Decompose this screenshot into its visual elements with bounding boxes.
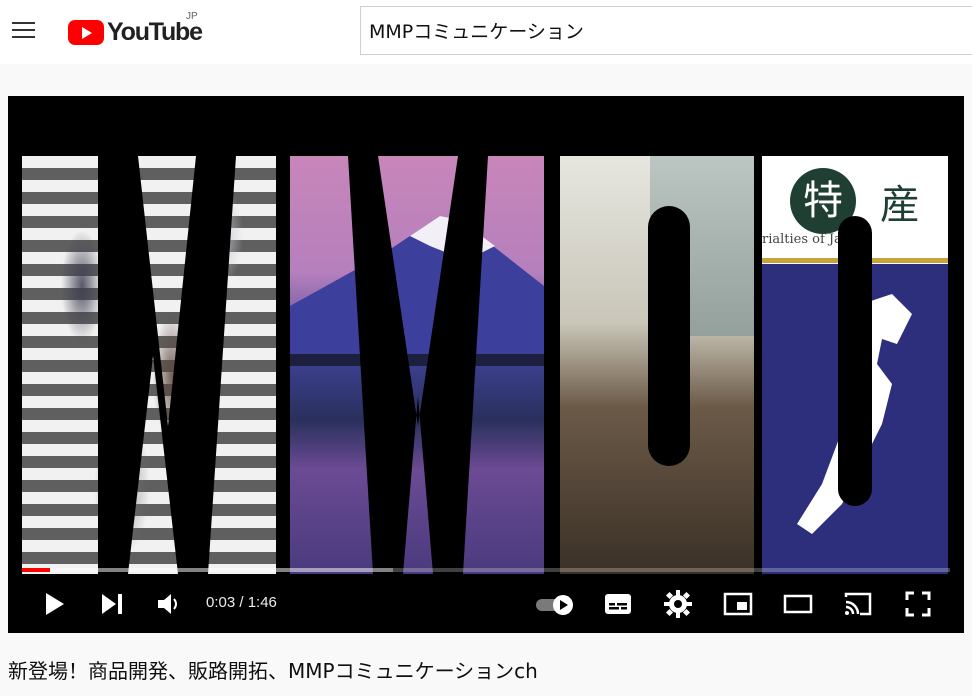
masthead: YouTube JP [0,0,972,64]
subtitles-icon[interactable] [602,588,634,620]
progress-buffered [22,568,394,572]
hamburger-menu-icon[interactable] [12,20,36,38]
next-icon[interactable] [96,588,128,620]
logo-region-code: JP [186,11,198,22]
volume-icon[interactable] [152,588,184,620]
play-icon[interactable] [38,588,70,620]
settings-icon[interactable] [662,588,694,620]
youtube-play-logo-icon [68,20,104,45]
video-player[interactable]: 特 産 rialties of Japan 0:03 / 1:46 [8,96,964,633]
theater-icon[interactable] [782,588,814,620]
time-display: 0:03 / 1:46 [206,594,277,611]
player-controls: 0:03 / 1:46 [8,582,964,626]
miniplayer-icon[interactable] [722,588,754,620]
logo-text: YouTube [107,18,203,46]
mmpc-letter-mask [98,156,872,574]
fullscreen-icon[interactable] [902,588,934,620]
autoplay-toggle-icon[interactable] [534,588,578,620]
video-title: 新登場！商品開発、販路開拓、MMPコミュニケーションch [8,659,538,683]
progress-played [22,568,50,572]
progress-bar[interactable] [22,568,950,572]
cast-icon[interactable] [842,588,874,620]
search-input[interactable] [369,7,969,54]
search-box[interactable] [360,6,972,55]
